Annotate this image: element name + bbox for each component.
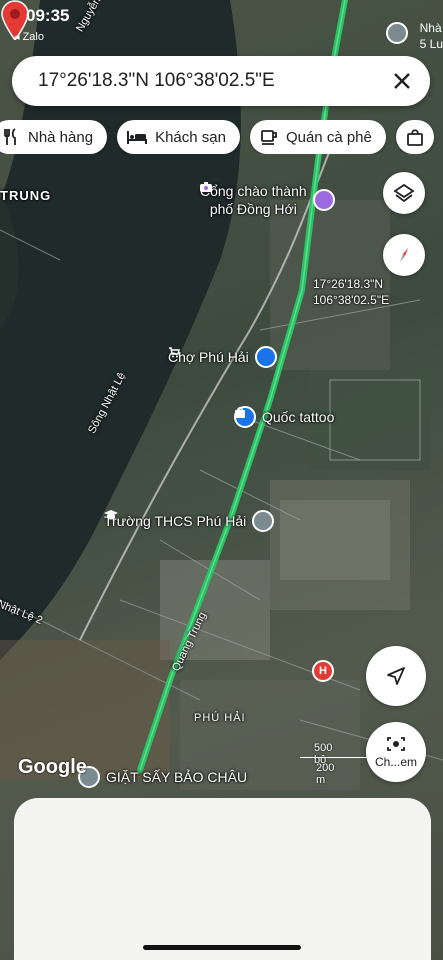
poi-label: Quốc tattoo (262, 409, 335, 425)
poi-top-right[interactable] (386, 22, 408, 44)
chip-label: Quán cà phê (285, 128, 372, 146)
close-icon[interactable] (380, 59, 424, 103)
shopping-bag-icon (406, 129, 423, 146)
status-time: 09:35 (26, 6, 70, 25)
poi-label: GIẶT SẤY BẢO CHÂU (106, 769, 248, 785)
hotel-icon (127, 131, 148, 144)
shopping-bag-icon (234, 406, 256, 428)
poi-giat-say[interactable]: GIẶT SẤY BẢO CHÂU (78, 766, 247, 788)
coffee-icon (261, 130, 277, 145)
lens-camera-icon (387, 737, 405, 751)
lens-button-label: Ch...em (374, 755, 417, 769)
hospital-icon: H (312, 660, 334, 682)
poi-label: Trường THCS Phú Hải (104, 513, 247, 529)
lens-button[interactable]: Ch...em (366, 722, 426, 782)
shopping-cart-icon (169, 346, 277, 368)
navigation-arrow-icon (387, 667, 405, 685)
search-input[interactable]: 17°26'18.3"N 106°38'02.5"E (38, 70, 380, 92)
scale-bottom-label: 200 m (316, 762, 335, 786)
place-icon (386, 22, 408, 44)
chip-label: Khách sạn (155, 128, 226, 146)
search-bar[interactable]: 17°26'18.3"N 106°38'02.5"E (12, 56, 430, 106)
poi-truong-thcs[interactable]: Trường THCS Phú Hải (104, 510, 275, 532)
restaurant-icon (4, 128, 16, 145)
layers-button[interactable] (383, 172, 425, 214)
my-location-button[interactable] (366, 646, 426, 706)
map-label-trung: TRUNG (0, 188, 52, 203)
school-icon (104, 510, 275, 532)
poi-label: Cổng chào thành phố Đồng Hới (200, 183, 307, 217)
category-chips: Nhà hàng Khách sạn Quán cà phê (0, 120, 443, 154)
poi-quoc-tattoo[interactable]: Quốc tattoo (234, 406, 334, 428)
poi-cong-chao[interactable]: Cổng chào thành phố Đồng Hới (200, 182, 335, 218)
google-logo: Google (18, 756, 87, 778)
poi-label: Chợ Phú Hải (168, 349, 249, 365)
layers-icon (393, 183, 415, 203)
camera-icon (200, 182, 335, 211)
chip-hotels[interactable]: Khách sạn (117, 120, 240, 154)
status-right-text: Nhà 5 Lu (419, 21, 443, 51)
compass-icon (400, 248, 408, 262)
compass-button[interactable] (383, 234, 425, 276)
poi-hospital[interactable]: H (312, 660, 334, 682)
chip-restaurants[interactable]: Nhà hàng (0, 120, 108, 154)
pin-coordinates-label: 17°26'18.3"N 106°38'02.5"E (313, 277, 390, 307)
home-indicator (143, 945, 301, 950)
poi-cho-phu-hai[interactable]: Chợ Phú Hải (168, 346, 277, 368)
bottom-sheet[interactable] (14, 798, 431, 960)
chip-label: Nhà hàng (28, 128, 94, 146)
scale-bar (300, 757, 370, 758)
map-label-phu-hai: PHÚ HẢI (194, 712, 246, 724)
back-to-app-link[interactable]: ◂ Zalo (14, 30, 44, 43)
chip-coffee[interactable]: Quán cà phê (249, 120, 386, 154)
chip-shopping[interactable] (395, 120, 434, 154)
